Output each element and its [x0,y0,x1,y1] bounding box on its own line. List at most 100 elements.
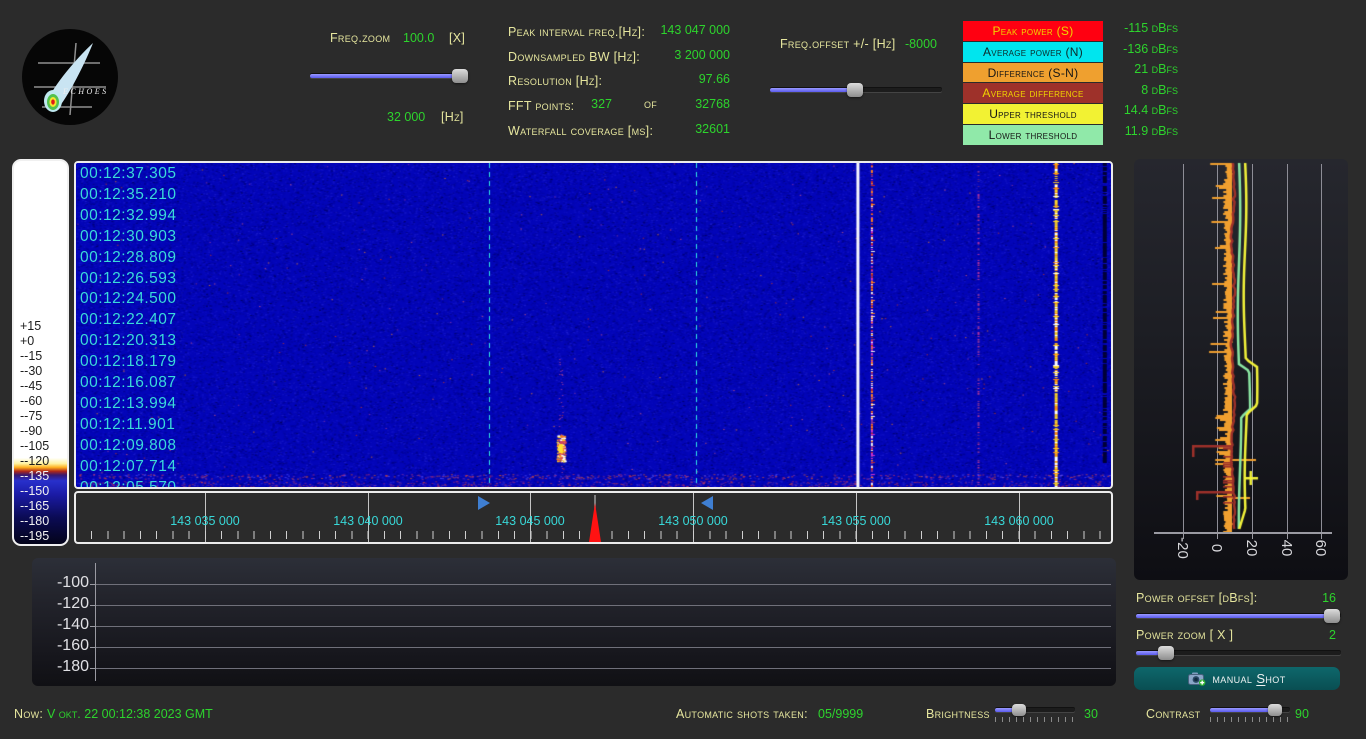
stats-block: Peak interval freq.[Hz]: 143 047 000 Dow… [508,23,730,141]
scale-label: +0 [20,334,49,349]
interval-end-marker[interactable] [701,496,713,510]
spectrum-traces-canvas [1134,159,1348,537]
power-zoom-slider-handle[interactable] [1158,646,1174,660]
power-graph-tick-label: -100 [32,574,89,592]
freq-zoom-slider-handle[interactable] [452,69,468,83]
legend-difference-button[interactable]: Difference (S-N) [963,63,1103,83]
power-offset-slider-handle[interactable] [1324,609,1340,623]
upper-threshold-reading: 14.4 dBfs [1098,103,1178,117]
stat-value: 97.66 [699,72,730,86]
contrast-slider-handle[interactable] [1268,704,1282,716]
power-offset-slider-fill [1136,614,1332,618]
timestamp: 00:12:32.994 [80,206,177,227]
power-graph-gridline [96,584,1111,585]
power-graph-tick [90,668,95,669]
stat-label: Peak interval freq.[Hz]: [508,25,645,39]
scale-label: --90 [20,424,49,439]
scale-label: --195 [20,529,49,544]
scale-label: --60 [20,394,49,409]
spectrum-axis-label: -20 [1175,526,1191,570]
spectrum-plot-panel: -20 0 20 40 60 [1134,159,1348,580]
legend-peak-power-button[interactable]: Peak power (S) [963,21,1103,41]
scale-label: --75 [20,409,49,424]
contrast-slider-ticks [1210,717,1290,722]
power-graph-tick [90,584,95,585]
interval-start-marker[interactable] [478,496,490,510]
scale-label: --135 [20,469,49,484]
legend-average-difference-button[interactable]: Average difference [963,83,1103,103]
stat-label: FFT points: [508,99,574,113]
stat-value: 32601 [695,122,730,136]
power-graph-tick-label: -120 [32,595,89,613]
freq-tick-label: 143 050 000 [638,514,748,528]
power-zoom-label: Power zoom [ X ] [1136,628,1233,642]
freq-span-unit: [Hz] [441,110,464,124]
scale-label: --165 [20,499,49,514]
brightness-slider[interactable] [995,704,1075,716]
manual-shot-button[interactable]: manual Shot [1134,667,1340,690]
spectrum-axis-label: 0 [1209,526,1225,570]
spectrum-axis-label: 60 [1313,526,1329,570]
timestamp: 00:12:22.407 [80,310,177,331]
scale-label: --180 [20,514,49,529]
svg-text:ECHOES: ECHOES [62,87,109,96]
freq-offset-slider-handle[interactable] [847,83,863,97]
current-time: V okt. 22 00:12:38 2023 GMT [47,707,213,721]
camera-icon [1188,672,1206,686]
power-zoom-value: 2 [1300,628,1336,642]
legend-upper-threshold-button[interactable]: Upper threshold [963,104,1103,124]
brightness-slider-handle[interactable] [1012,704,1026,716]
stat-label: Downsampled BW [Hz]: [508,50,640,64]
freq-offset-slider[interactable] [770,83,942,97]
stat-value: 143 047 000 [660,23,730,37]
scale-label: --30 [20,364,49,379]
stat-value: 3 200 000 [674,48,730,62]
now-label: Now: [14,707,43,721]
legend-lower-threshold-button[interactable]: Lower threshold [963,125,1103,145]
manual-shot-label: manual Shot [1212,671,1285,686]
timestamp: 00:12:05.570 [80,478,177,489]
waterfall-canvas[interactable] [76,163,1111,487]
scale-label: --105 [20,439,49,454]
stat-row-fft: FFT points: 327 of 32768 [508,97,730,115]
fft-points-total: 32768 [695,97,730,111]
contrast-slider[interactable] [1210,704,1290,716]
power-offset-label: Power offset [dBfs]: [1136,591,1258,605]
spectrum-axis-label: 20 [1244,526,1260,570]
difference-reading: 21 dBfs [1098,62,1178,76]
timestamp: 00:12:28.809 [80,248,177,269]
contrast-slider-fill [1210,708,1275,712]
power-history-graph: -100 -120 -140 -160 -180 [32,558,1116,686]
brightness-label: Brightness [926,707,990,721]
timestamp: 00:12:35.210 [80,185,177,206]
power-offset-slider[interactable] [1136,609,1341,623]
average-difference-reading: 8 dBfs [1098,83,1178,97]
stat-row: Waterfall coverage [ms]: 32601 [508,122,730,140]
dbfs-color-scale: +15 +0 --15 --30 --45 --60 --75 --90 --1… [12,159,69,546]
timestamp: 00:12:30.903 [80,227,177,248]
freq-offset-slider-fill [770,88,855,92]
waterfall-display[interactable]: 00:12:37.305 00:12:35.210 00:12:32.994 0… [74,161,1113,489]
timestamp: 00:12:20.313 [80,331,177,352]
fft-of-label: of [644,97,657,111]
auto-shots-count: 05/9999 [818,707,863,721]
power-zoom-slider[interactable] [1136,646,1341,660]
legend-average-power-button[interactable]: Average power (N) [963,42,1103,62]
frequency-axis: 143 035 000 143 040 000 143 045 000 143 … [74,491,1113,544]
power-graph-gridline [96,647,1111,648]
freq-zoom-slider[interactable] [310,69,468,83]
freq-zoom-label: Freq.zoom [330,31,390,45]
timestamp: 00:12:26.593 [80,269,177,290]
power-offset-value: 16 [1300,591,1336,605]
peak-frequency-marker [587,495,603,542]
peak-power-reading: -115 dBfs [1098,21,1178,35]
freq-offset-value: -8000 [905,37,937,51]
freq-zoom-slider-fill [310,74,462,78]
freq-tick-label: 143 045 000 [475,514,585,528]
timestamp: 00:12:09.808 [80,436,177,457]
power-graph-gridline [96,605,1111,606]
timestamp: 00:12:11.901 [80,415,177,436]
power-graph-tick-label: -140 [32,616,89,634]
power-graph-gridline [96,626,1111,627]
fft-points-used: 327 [578,97,612,111]
